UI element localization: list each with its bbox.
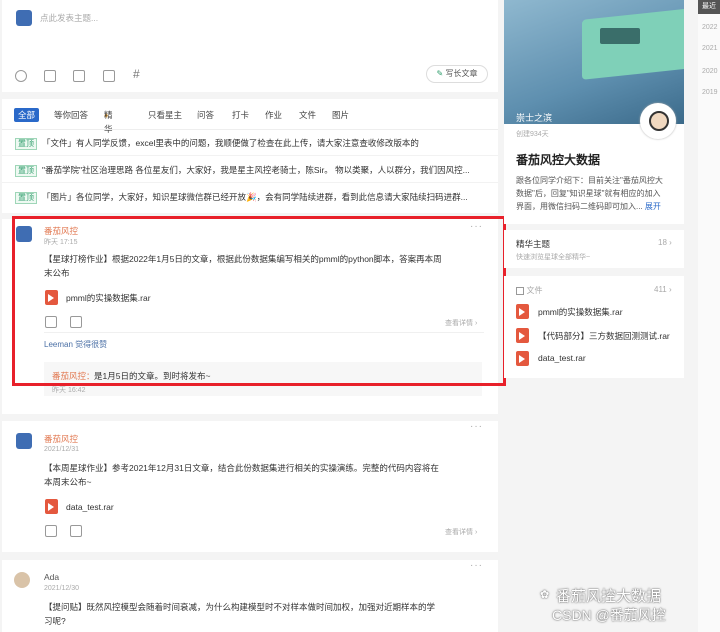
file-icon[interactable] (73, 70, 85, 82)
user-avatar (16, 10, 32, 26)
feed-header-card: 全部 等你回答 ♦ 精华 只看星主 问答 打卡 作业 文件 图片 置顶 「文件」有… (2, 99, 498, 213)
tab-images[interactable]: 图片 (332, 108, 349, 122)
post-card: Ada 2021/12/30 ··· 【提问贴】既然风控模型会随着时间衰减，为什… (2, 560, 498, 632)
pinned-tag: 置顶 (15, 165, 37, 177)
post-time: 2021/12/31 (44, 446, 80, 453)
pinned-tag: 置顶 (15, 138, 37, 150)
files-count: 411 › (654, 285, 672, 294)
featured-count: 18 › (658, 238, 672, 247)
tab-checkin[interactable]: 打卡 (232, 108, 249, 122)
author-avatar (16, 433, 32, 449)
featured-card[interactable]: 精华主题 18 › 快速浏览星球全部精华~ (504, 230, 684, 268)
post-text: 【提问贴】既然风控模型会随着时间衰减，为什么构建模型时不对样本做时间加权，加强对… (44, 602, 436, 626)
face-shape (649, 111, 669, 131)
group-desc: 跟各位同学介绍下：目前关注"番茄风控大 数据"后，回复"知识星球"就有相应的加入… (516, 176, 663, 211)
banner-name: 崇士之滨 (516, 113, 553, 123)
timeline-header: 最近 (698, 0, 720, 14)
divider (2, 129, 498, 130)
more-icon[interactable]: ··· (470, 421, 483, 432)
pinned-tag: 置顶 (15, 192, 37, 204)
notice-text: 「文件」有人同学反馈，excel里表中的问题，我顺便做了检查在此上传，请大家注意… (42, 138, 419, 148)
notice-text: "番茄学院"社区治理思路 各位星友们，大家好，我是星主风控老骑士，陈Sir。 物… (42, 165, 470, 175)
divider (2, 155, 498, 156)
created-days: 创建934天 (516, 131, 549, 138)
like-icon[interactable] (45, 525, 57, 537)
featured-label: 精华主题 (516, 239, 551, 249)
tab-files[interactable]: 文件 (299, 108, 316, 122)
tab-homework[interactable]: 作业 (265, 108, 282, 122)
banner-shape (582, 8, 684, 80)
post-time: 2021/12/30 (44, 585, 80, 592)
file-type-icon (516, 351, 529, 366)
banner-shape (600, 28, 640, 44)
group-info-card: 崇士之滨 创建934天 番茄风控大数据 跟各位同学介绍下：目前关注"番茄风控大 … (504, 0, 684, 224)
expand-link[interactable]: 展开 (645, 202, 661, 211)
author-name[interactable]: 番茄风控 (44, 433, 78, 445)
timeline-year[interactable]: 2021 (702, 45, 718, 52)
folder-icon (516, 286, 524, 295)
emoji-icon[interactable] (15, 70, 27, 82)
group-avatar (640, 103, 676, 139)
wechat-icon: ✿ (540, 589, 550, 601)
timeline-year[interactable]: 2019 (702, 89, 718, 96)
timeline-year[interactable]: 2022 (702, 24, 718, 31)
view-detail-link[interactable]: 查看详情 › (445, 527, 477, 537)
watermark: ✿ 番茄风控大数据 CSDN @番茄风控 (540, 588, 666, 623)
files-header[interactable]: 文件 411 › (516, 285, 678, 297)
video-icon[interactable] (103, 70, 115, 82)
tab-owner-only[interactable]: 只看星主 (148, 108, 182, 122)
highlight-frame (12, 216, 506, 386)
composer-input[interactable]: 点此发表主题... (40, 12, 98, 24)
post-text: 【本周星球作业】参考2021年12月31日文章，结合此份数据集进行相关的实操演练… (44, 463, 439, 487)
post-card: 番茄风控 2021/12/31 ··· 【本周星球作业】参考2021年12月31… (2, 421, 498, 552)
timeline-panel: 最近 2022 2021 2020 2019 (698, 0, 720, 632)
tab-all[interactable]: 全部 (14, 108, 40, 122)
more-icon[interactable]: ··· (470, 560, 483, 571)
file-type-icon (516, 304, 529, 319)
hashtag-icon[interactable]: # (133, 67, 140, 81)
divider (2, 182, 498, 183)
tab-waiting-answer[interactable]: 等你回答 (54, 108, 88, 122)
comment-icon[interactable] (70, 525, 82, 537)
files-card: 文件 411 › pmml的实操数据集.rar 【代码部分】三方数据回测测试.r… (504, 276, 684, 378)
composer-card: 点此发表主题... # ✎ 写长文章 (2, 0, 498, 92)
comment-time: 昨天 16:42 (52, 387, 86, 394)
filter-tabs: 全部 等你回答 ♦ 精华 只看星主 问答 打卡 作业 文件 图片 (14, 108, 484, 134)
write-long-button[interactable]: ✎ 写长文章 (426, 65, 488, 83)
tab-qa[interactable]: 问答 (197, 108, 214, 122)
file-type-icon (516, 328, 529, 343)
timeline-year[interactable]: 2020 (702, 68, 718, 75)
image-icon[interactable] (44, 70, 56, 82)
author-avatar (14, 572, 30, 588)
group-title: 番茄风控大数据 (516, 153, 601, 167)
pen-icon: ✎ (436, 69, 444, 78)
author-name[interactable]: Ada (44, 572, 59, 582)
notice-text: 「图片」各位同学，大家好，知识星球微信群已经开放🎉，会有同学陆续进群，看到此信息… (42, 192, 468, 202)
featured-hint: 快速浏览星球全部精华~ (516, 254, 591, 261)
file-type-icon (45, 499, 58, 514)
